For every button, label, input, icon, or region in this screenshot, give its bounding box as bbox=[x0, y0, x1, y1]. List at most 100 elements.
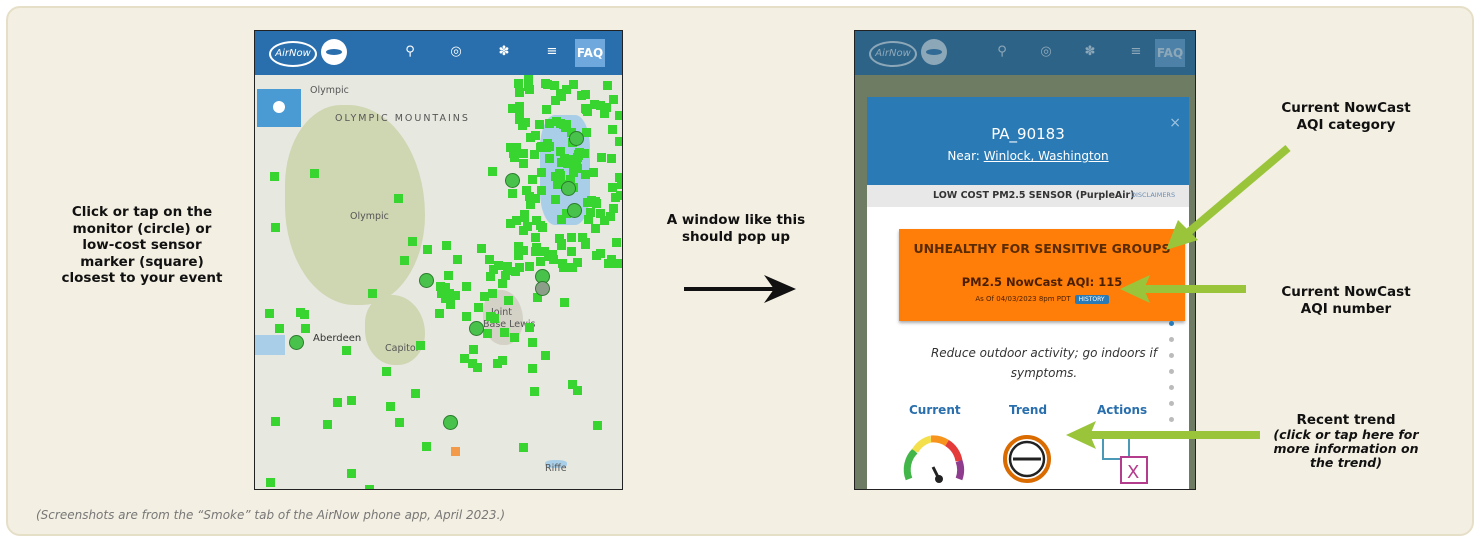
sensor-square-marker[interactable] bbox=[511, 267, 520, 276]
sensor-square-marker[interactable] bbox=[395, 418, 404, 427]
sensor-square-marker[interactable] bbox=[556, 91, 565, 100]
sensor-square-marker[interactable] bbox=[581, 238, 590, 247]
sensor-square-marker[interactable] bbox=[394, 194, 403, 203]
sensor-square-marker[interactable] bbox=[400, 256, 409, 265]
sensor-square-marker[interactable] bbox=[525, 192, 534, 201]
airnow-logo[interactable]: AirNow bbox=[269, 41, 317, 67]
page-dot[interactable] bbox=[1169, 401, 1174, 406]
monitor-circle-marker[interactable] bbox=[567, 203, 582, 218]
sensor-square-marker[interactable] bbox=[545, 119, 554, 128]
sensor-square-marker[interactable] bbox=[550, 81, 559, 90]
sensor-square-marker[interactable] bbox=[608, 125, 617, 134]
sensor-square-marker[interactable] bbox=[542, 105, 551, 114]
sensor-square-marker[interactable] bbox=[447, 291, 456, 300]
sensor-square-marker[interactable] bbox=[488, 167, 497, 176]
sensor-square-marker[interactable] bbox=[510, 333, 519, 342]
sensor-square-marker[interactable] bbox=[347, 396, 356, 405]
close-icon[interactable]: × bbox=[1169, 115, 1181, 131]
sensor-square-marker[interactable] bbox=[532, 216, 541, 225]
monitor-circle-marker[interactable] bbox=[469, 321, 484, 336]
sensor-square-marker[interactable] bbox=[347, 469, 356, 478]
sensor-square-marker[interactable] bbox=[600, 216, 609, 225]
sensor-square-marker[interactable] bbox=[488, 289, 497, 298]
sensor-square-marker[interactable] bbox=[462, 282, 471, 291]
sensor-square-marker[interactable] bbox=[526, 133, 535, 142]
sensor-square-marker[interactable] bbox=[519, 149, 528, 158]
sensor-square-marker[interactable] bbox=[423, 245, 432, 254]
page-dot-active[interactable] bbox=[1169, 321, 1174, 326]
faq-button[interactable]: FAQ bbox=[1155, 39, 1185, 67]
sensor-square-marker[interactable] bbox=[537, 186, 546, 195]
globe-icon[interactable]: ◎ bbox=[1039, 45, 1053, 59]
sensor-square-marker[interactable] bbox=[597, 153, 606, 162]
sensor-square-marker[interactable] bbox=[480, 292, 489, 301]
search-icon[interactable]: ⚲ bbox=[403, 45, 417, 59]
monitor-circle-marker[interactable] bbox=[569, 131, 584, 146]
page-dot[interactable] bbox=[1169, 337, 1174, 342]
sensor-square-marker[interactable] bbox=[504, 296, 513, 305]
sensor-square-marker[interactable] bbox=[296, 308, 305, 317]
sensor-square-marker[interactable] bbox=[271, 223, 280, 232]
sensor-square-marker[interactable] bbox=[500, 328, 509, 337]
sensor-square-marker[interactable] bbox=[365, 485, 374, 489]
sensor-square-marker[interactable] bbox=[501, 271, 510, 280]
trend-icon[interactable] bbox=[1001, 433, 1053, 485]
aqi-gauge-icon[interactable] bbox=[901, 427, 965, 490]
smoke-icon[interactable] bbox=[321, 39, 347, 65]
sensor-square-marker[interactable] bbox=[519, 226, 528, 235]
sensor-square-marker[interactable] bbox=[583, 107, 592, 116]
sensor-square-marker[interactable] bbox=[615, 137, 622, 146]
sensor-square-marker[interactable] bbox=[600, 109, 609, 118]
sensor-square-marker[interactable] bbox=[483, 329, 492, 338]
sensor-square-marker[interactable] bbox=[416, 341, 425, 350]
tab-current[interactable]: Current bbox=[909, 403, 961, 417]
sensor-square-marker[interactable] bbox=[462, 312, 471, 321]
page-dot[interactable] bbox=[1169, 353, 1174, 358]
color-wheel-icon[interactable]: ✽ bbox=[497, 45, 511, 59]
sensor-square-marker[interactable] bbox=[519, 159, 528, 168]
sensor-square-marker[interactable] bbox=[567, 233, 576, 242]
page-dot[interactable] bbox=[1169, 385, 1174, 390]
sensor-square-marker[interactable] bbox=[616, 191, 622, 200]
sensor-square-marker-selected[interactable] bbox=[451, 447, 460, 456]
sensor-square-marker[interactable] bbox=[586, 208, 595, 217]
globe-icon[interactable]: ◎ bbox=[449, 45, 463, 59]
sensor-square-marker[interactable] bbox=[435, 309, 444, 318]
sensor-square-marker[interactable] bbox=[411, 389, 420, 398]
sensor-square-marker[interactable] bbox=[593, 421, 602, 430]
sensor-square-marker[interactable] bbox=[537, 168, 546, 177]
faq-button[interactable]: FAQ bbox=[575, 39, 605, 67]
monitor-circle-marker[interactable] bbox=[289, 335, 304, 350]
sensor-square-marker[interactable] bbox=[489, 265, 498, 274]
sensor-square-marker[interactable] bbox=[567, 247, 576, 256]
sensor-square-marker[interactable] bbox=[551, 195, 560, 204]
sensor-square-marker[interactable] bbox=[524, 75, 533, 84]
sensor-square-marker[interactable] bbox=[528, 364, 537, 373]
sensor-square-marker[interactable] bbox=[408, 237, 417, 246]
smoke-icon[interactable] bbox=[921, 39, 947, 65]
sensor-square-marker[interactable] bbox=[612, 238, 621, 247]
sensor-square-marker[interactable] bbox=[453, 255, 462, 264]
sensor-square-marker[interactable] bbox=[323, 420, 332, 429]
sensor-square-marker[interactable] bbox=[543, 139, 552, 148]
sensor-square-marker[interactable] bbox=[498, 279, 507, 288]
sensor-square-marker[interactable] bbox=[563, 159, 572, 168]
sensor-square-marker[interactable] bbox=[515, 102, 524, 111]
sensor-square-marker[interactable] bbox=[528, 175, 537, 184]
sensor-square-marker[interactable] bbox=[587, 196, 596, 205]
sensor-square-marker[interactable] bbox=[333, 398, 342, 407]
sensor-square-marker[interactable] bbox=[591, 224, 600, 233]
sensor-square-marker[interactable] bbox=[514, 79, 523, 88]
sensor-square-marker[interactable] bbox=[545, 154, 554, 163]
sensor-square-marker[interactable] bbox=[310, 169, 319, 178]
sensor-square-marker[interactable] bbox=[615, 173, 622, 182]
sensor-square-marker[interactable] bbox=[609, 95, 618, 104]
tab-actions[interactable]: Actions bbox=[1097, 403, 1147, 417]
sensor-square-marker[interactable] bbox=[531, 247, 540, 256]
sensor-square-marker[interactable] bbox=[560, 298, 569, 307]
sensor-square-marker[interactable] bbox=[442, 241, 451, 250]
sensor-square-marker[interactable] bbox=[493, 359, 502, 368]
sensor-square-marker[interactable] bbox=[577, 91, 586, 100]
search-icon[interactable]: ⚲ bbox=[995, 45, 1009, 59]
history-button[interactable]: HISTORY bbox=[1074, 295, 1109, 304]
